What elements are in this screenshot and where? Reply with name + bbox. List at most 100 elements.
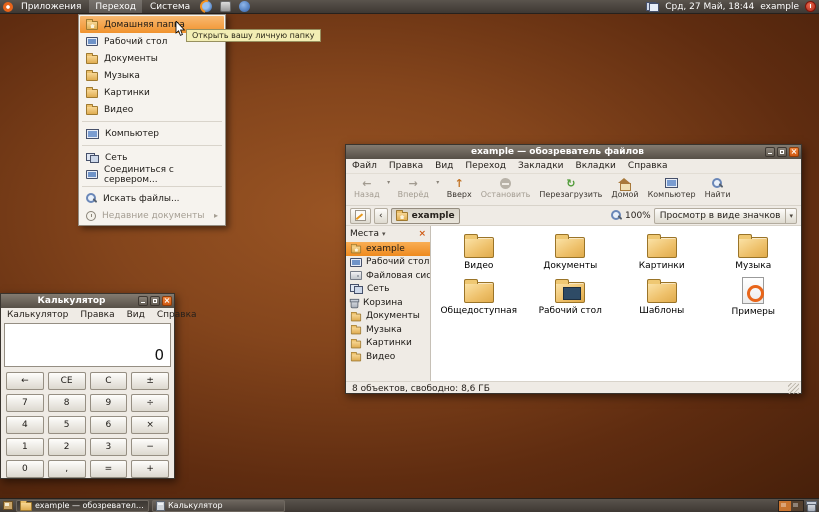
calc-menu-help[interactable]: Справка [151, 310, 203, 320]
file-documents[interactable]: Документы [525, 232, 617, 277]
places-item-documents[interactable]: Документы [80, 50, 224, 67]
calc-button-divide[interactable]: ÷ [131, 394, 169, 412]
fm-menu-help[interactable]: Справка [622, 161, 674, 171]
resize-grip[interactable] [788, 383, 799, 394]
sidebar-item-music[interactable]: Музыка [346, 323, 430, 337]
places-item-video[interactable]: Видео [80, 101, 224, 118]
calc-button-8[interactable]: 8 [48, 394, 86, 412]
calc-button-clear-entry[interactable]: CE [48, 372, 86, 390]
places-item-network-label: Сеть [105, 153, 127, 163]
sidebar-item-desktop[interactable]: Рабочий стол [346, 256, 430, 270]
calc-button-0[interactable]: 0 [6, 460, 44, 478]
sidebar-item-network[interactable]: Сеть [346, 283, 430, 297]
computer-button[interactable]: Компьютер [644, 175, 700, 205]
search-button[interactable]: Найти [701, 175, 735, 205]
places-item-recent-documents[interactable]: Недавние документы [80, 207, 224, 224]
places-item-music[interactable]: Музыка [80, 67, 224, 84]
calc-button-clear[interactable]: C [90, 372, 128, 390]
launcher-icon[interactable] [220, 1, 231, 12]
close-icon[interactable] [789, 147, 799, 157]
forward-button[interactable]: Вперёд [394, 175, 433, 205]
calc-button-decimal[interactable]: , [48, 460, 86, 478]
breadcrumb-scroll-left-button[interactable] [374, 208, 388, 224]
minimize-icon[interactable] [138, 296, 148, 306]
clock-applet[interactable]: Срд, 27 Май, 18:44 [665, 2, 754, 12]
calc-button-1[interactable]: 1 [6, 438, 44, 456]
places-item-network[interactable]: Сеть [80, 149, 224, 166]
sidebar-close-icon[interactable] [418, 230, 426, 239]
calc-button-equals[interactable]: = [90, 460, 128, 478]
taskbar-item-calculator[interactable]: Калькулятор [152, 500, 285, 512]
calc-button-7[interactable]: 7 [6, 394, 44, 412]
places-item-pictures[interactable]: Картинки [80, 84, 224, 101]
minimize-icon[interactable] [765, 147, 775, 157]
places-item-connect-server[interactable]: Соединиться с сервером... [80, 166, 224, 183]
fm-menu-edit[interactable]: Правка [383, 161, 429, 171]
breadcrumb-button[interactable]: example [391, 208, 460, 224]
calc-button-6[interactable]: 6 [90, 416, 128, 434]
places-item-computer[interactable]: Компьютер [80, 125, 224, 142]
calc-button-subtract[interactable]: − [131, 438, 169, 456]
file-public[interactable]: Общедоступная [433, 277, 525, 322]
sidebar-places-combo[interactable]: Места [346, 226, 430, 242]
file-examples[interactable]: Примеры [708, 277, 800, 322]
forward-history-dropdown-icon[interactable] [434, 175, 442, 205]
calc-button-sign[interactable]: ± [131, 372, 169, 390]
trash-applet-icon[interactable] [807, 502, 816, 512]
calc-button-5[interactable]: 5 [48, 416, 86, 434]
calc-button-multiply[interactable]: × [131, 416, 169, 434]
firefox-launcher-icon[interactable] [201, 1, 212, 12]
taskbar-item-file-manager[interactable]: example — обозреватель файлов... [16, 500, 149, 512]
file-templates[interactable]: Шаблоны [616, 277, 708, 322]
calc-button-2[interactable]: 2 [48, 438, 86, 456]
workspace-1[interactable] [779, 501, 791, 511]
view-mode-dropdown[interactable]: Просмотр в виде значков [654, 208, 797, 224]
fm-menu-file[interactable]: Файл [346, 161, 383, 171]
file-music[interactable]: Музыка [708, 232, 800, 277]
reload-button[interactable]: Перезагрузить [535, 175, 606, 205]
menu-places[interactable]: Переход [89, 0, 142, 13]
fm-menu-bookmarks[interactable]: Закладки [512, 161, 570, 171]
sidebar-item-pictures[interactable]: Картинки [346, 337, 430, 351]
fm-titlebar[interactable]: example — обозреватель файлов [346, 145, 801, 159]
sidebar-item-filesystem[interactable]: Файловая сист... [346, 269, 430, 283]
file-pictures[interactable]: Картинки [616, 232, 708, 277]
user-switcher[interactable]: example [760, 2, 799, 12]
calc-button-backspace[interactable]: ← [6, 372, 44, 390]
sidebar-item-documents[interactable]: Документы [346, 310, 430, 324]
maximize-icon[interactable] [777, 147, 787, 157]
sidebar-item-video[interactable]: Видео [346, 350, 430, 364]
close-icon[interactable] [162, 296, 172, 306]
file-desktop[interactable]: Рабочий стол [525, 277, 617, 322]
menu-applications[interactable]: Приложения [15, 0, 87, 13]
calc-button-3[interactable]: 3 [90, 438, 128, 456]
calc-button-4[interactable]: 4 [6, 416, 44, 434]
sidebar-item-trash[interactable]: Корзина [346, 296, 430, 310]
fm-menu-go[interactable]: Переход [459, 161, 512, 171]
back-button[interactable]: Назад [350, 175, 384, 205]
shutdown-icon[interactable] [805, 1, 816, 12]
file-video[interactable]: Видео [433, 232, 525, 277]
stop-button[interactable]: Остановить [477, 175, 535, 205]
calc-menu-calculator[interactable]: Калькулятор [1, 310, 74, 320]
maximize-icon[interactable] [150, 296, 160, 306]
calc-titlebar[interactable]: Калькулятор [1, 294, 174, 308]
back-history-dropdown-icon[interactable] [385, 175, 393, 205]
calc-button-add[interactable]: + [131, 460, 169, 478]
workspace-2[interactable] [791, 501, 803, 511]
places-item-search-files[interactable]: Искать файлы... [80, 190, 224, 207]
network-status-icon[interactable] [646, 2, 659, 12]
sidebar-item-example[interactable]: example [346, 242, 430, 256]
calc-menu-view[interactable]: Вид [121, 310, 151, 320]
show-desktop-icon[interactable] [3, 501, 13, 510]
home-button[interactable]: Домой [607, 175, 642, 205]
up-button[interactable]: Вверх [443, 175, 476, 205]
edit-location-button[interactable] [350, 208, 371, 224]
zoom-icon[interactable] [611, 210, 622, 221]
calc-menu-edit[interactable]: Правка [74, 310, 120, 320]
fm-menu-view[interactable]: Вид [429, 161, 459, 171]
menu-system[interactable]: Система [144, 0, 196, 13]
help-launcher-icon[interactable] [239, 1, 250, 12]
fm-menu-tabs[interactable]: Вкладки [570, 161, 622, 171]
calc-button-9[interactable]: 9 [90, 394, 128, 412]
